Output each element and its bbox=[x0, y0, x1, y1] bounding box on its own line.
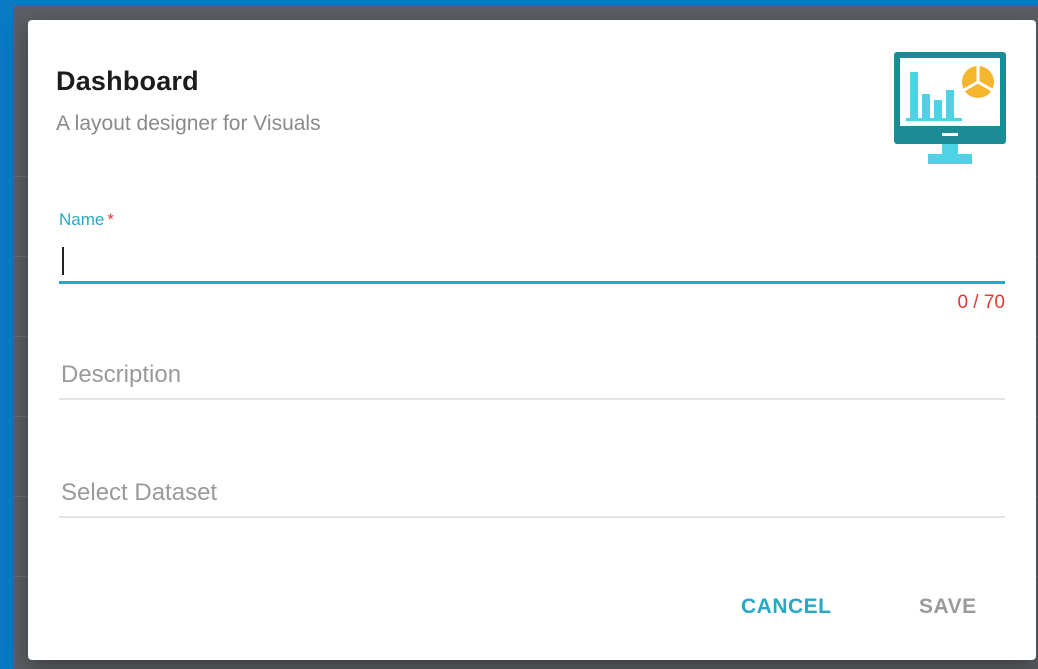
save-button[interactable]: SAVE bbox=[919, 595, 977, 619]
name-field: Name * 0 / 70 bbox=[59, 210, 1005, 313]
create-dashboard-dialog: Dashboard A layout designer for Visuals … bbox=[28, 20, 1036, 660]
description-input[interactable] bbox=[59, 354, 1005, 396]
dataset-field bbox=[59, 472, 1005, 518]
dataset-select-container bbox=[59, 472, 1005, 518]
cancel-button[interactable]: CANCEL bbox=[741, 595, 832, 619]
dialog-title: Dashboard bbox=[56, 66, 199, 96]
description-field bbox=[59, 354, 1005, 400]
description-input-container bbox=[59, 354, 1005, 400]
required-marker: * bbox=[107, 210, 114, 229]
name-label: Name bbox=[59, 210, 105, 229]
dataset-select[interactable] bbox=[59, 472, 1005, 514]
dialog-subtitle: A layout designer for Visuals bbox=[56, 112, 321, 135]
text-cursor bbox=[62, 247, 64, 275]
character-counter: 0 / 70 bbox=[957, 292, 1005, 313]
name-input-container bbox=[59, 240, 1005, 284]
monitor-chart-icon bbox=[894, 52, 1006, 164]
name-label-row: Name * bbox=[59, 210, 1005, 230]
name-input[interactable] bbox=[59, 240, 1005, 280]
